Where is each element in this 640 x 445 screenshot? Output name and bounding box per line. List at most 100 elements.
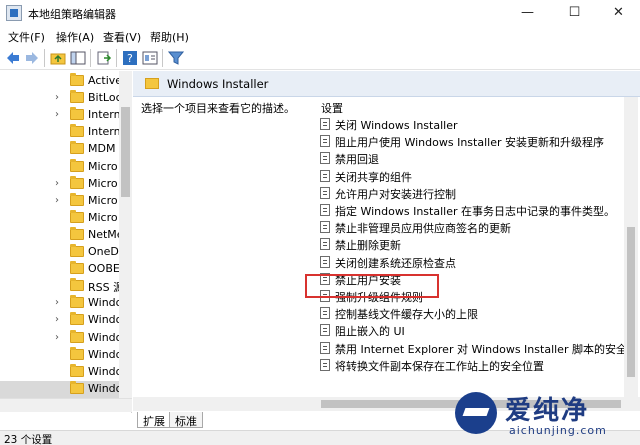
tree-item-label: Windo — [88, 313, 123, 327]
tree-item-label: BitLoc — [88, 91, 122, 105]
tree-item[interactable]: › Micro — [0, 175, 120, 193]
filter-icon[interactable] — [168, 50, 184, 66]
tree-item[interactable]: Windo — [0, 380, 123, 398]
tree-item[interactable]: › Intern — [0, 107, 121, 124]
policy-setting-icon — [320, 358, 330, 371]
forward-arrow-icon[interactable] — [24, 50, 40, 66]
tree-item[interactable]: Intern — [0, 124, 121, 141]
folder-icon — [70, 124, 84, 138]
chevron-right-icon[interactable]: › — [55, 195, 59, 206]
folder-icon — [70, 107, 84, 121]
policy-setting-icon — [320, 118, 330, 130]
policy-setting-icon — [320, 238, 330, 251]
folder-icon — [70, 141, 84, 155]
policy-label: 禁止删除更新 — [335, 239, 401, 253]
tree-item[interactable]: MDM — [0, 141, 120, 158]
policy-label: 允许用户对安装进行控制 — [335, 187, 456, 201]
tree-item-label: Windo — [88, 347, 123, 361]
tree-item-label: Intern — [88, 108, 121, 122]
tree-item[interactable]: › Micro — [0, 192, 120, 210]
tree-item[interactable]: › Windo — [0, 312, 123, 329]
tree-item[interactable]: Micro — [0, 158, 120, 176]
folder-icon — [70, 73, 84, 86]
export-list-icon[interactable] — [96, 50, 112, 66]
tree-item[interactable]: › Windo — [0, 329, 122, 347]
menu-help[interactable]: 帮助(H) — [150, 29, 189, 45]
folder-icon — [70, 158, 84, 172]
help-icon[interactable]: ? — [122, 50, 138, 66]
toolbar-separator — [44, 49, 45, 67]
folder-icon — [70, 226, 84, 240]
folder-icon — [70, 261, 84, 275]
policy-label: 指定 Windows Installer 在事务日志中记录的事件类型。 — [335, 205, 615, 218]
tree-item[interactable]: Windo — [0, 363, 122, 381]
tree-item[interactable]: › BitLoc — [0, 90, 122, 107]
scrollbar-thumb[interactable] — [121, 107, 130, 197]
tree-item-label: Micro — [88, 193, 118, 207]
up-folder-icon[interactable] — [50, 50, 66, 66]
scrollbar-thumb[interactable] — [627, 227, 635, 377]
policy-setting-icon — [320, 204, 330, 216]
folder-title: Windows Installer — [167, 77, 269, 91]
folder-icon — [70, 209, 84, 223]
app-icon — [6, 5, 22, 21]
show-hide-tree-icon[interactable] — [70, 50, 86, 66]
column-header-setting[interactable]: 设置 — [321, 100, 343, 116]
tab-extended[interactable]: 扩展 — [137, 412, 171, 428]
folder-icon — [70, 346, 84, 360]
maximize-button[interactable]: ☐ — [552, 0, 597, 26]
description-text: 选择一个项目来查看它的描述。 — [141, 102, 295, 115]
menu-file[interactable]: 文件(F) — [8, 29, 45, 45]
policy-setting-icon — [320, 341, 330, 354]
back-arrow-icon[interactable] — [5, 50, 21, 66]
tree-vertical-scrollbar[interactable] — [119, 71, 132, 411]
tree-item[interactable]: Micro — [0, 209, 120, 227]
folder-header: Windows Installer — [133, 71, 640, 97]
chevron-right-icon[interactable]: › — [55, 332, 59, 343]
tree-item[interactable]: › Windo — [0, 295, 123, 312]
tree-item-label: Windo — [88, 296, 123, 310]
policy-label: 将转换文件副本保存在工作站上的安全位置 — [335, 359, 544, 373]
folder-icon — [70, 175, 84, 189]
tree-item[interactable]: RSS 源 — [0, 278, 124, 295]
policy-setting-icon — [320, 135, 330, 148]
policy-setting-icon — [320, 255, 330, 268]
tree-item-label: Active — [88, 74, 123, 87]
chevron-right-icon[interactable]: › — [55, 297, 59, 308]
folder-icon — [70, 312, 84, 326]
chevron-right-icon[interactable]: › — [55, 314, 59, 325]
highlight-annotation-box — [305, 274, 439, 298]
folder-icon — [70, 90, 84, 104]
tree-item[interactable]: OneDr — [0, 244, 123, 261]
tree-item[interactable]: Active — [0, 73, 123, 90]
svg-text:?: ? — [127, 52, 133, 65]
menu-view[interactable]: 查看(V) — [103, 29, 141, 45]
chevron-right-icon[interactable]: › — [55, 109, 59, 120]
folder-icon — [145, 78, 159, 89]
tree-item-label: Micro — [88, 159, 118, 173]
tree-item[interactable]: Windo — [0, 346, 123, 364]
tree-horizontal-scrollbar[interactable] — [0, 398, 132, 412]
tab-standard[interactable]: 标准 — [169, 412, 203, 428]
tree-item-label: OOBE — [88, 262, 120, 276]
policy-label: 禁用 Internet Explorer 对 Windows Installer… — [335, 342, 638, 356]
properties-icon[interactable] — [142, 50, 158, 66]
chevron-right-icon[interactable]: › — [55, 92, 59, 103]
menu-action[interactable]: 操作(A) — [56, 29, 94, 45]
policy-label: 关闭创建系统还原检查点 — [335, 256, 456, 270]
watermark-brand: 爱纯净 — [505, 396, 590, 426]
policy-label: 关闭 Windows Installer — [335, 119, 458, 132]
folder-icon — [70, 363, 84, 377]
policy-label: 关闭共享的组件 — [335, 170, 412, 184]
watermark: 爱纯净 aichunjing.com — [455, 390, 640, 442]
toolbar-separator — [162, 49, 163, 67]
tree-item-label: Windo — [88, 381, 123, 395]
close-button[interactable]: ✕ — [596, 0, 640, 26]
chevron-right-icon[interactable]: › — [55, 178, 59, 189]
title-bar: 本地组策略编辑器 — ☐ ✕ — [0, 0, 640, 26]
folder-icon — [70, 380, 84, 394]
minimize-button[interactable]: — — [505, 0, 550, 26]
tree-item[interactable]: NetMe — [0, 226, 124, 244]
tree-item[interactable]: OOBE — [0, 261, 120, 278]
list-vertical-scrollbar[interactable] — [624, 97, 638, 397]
